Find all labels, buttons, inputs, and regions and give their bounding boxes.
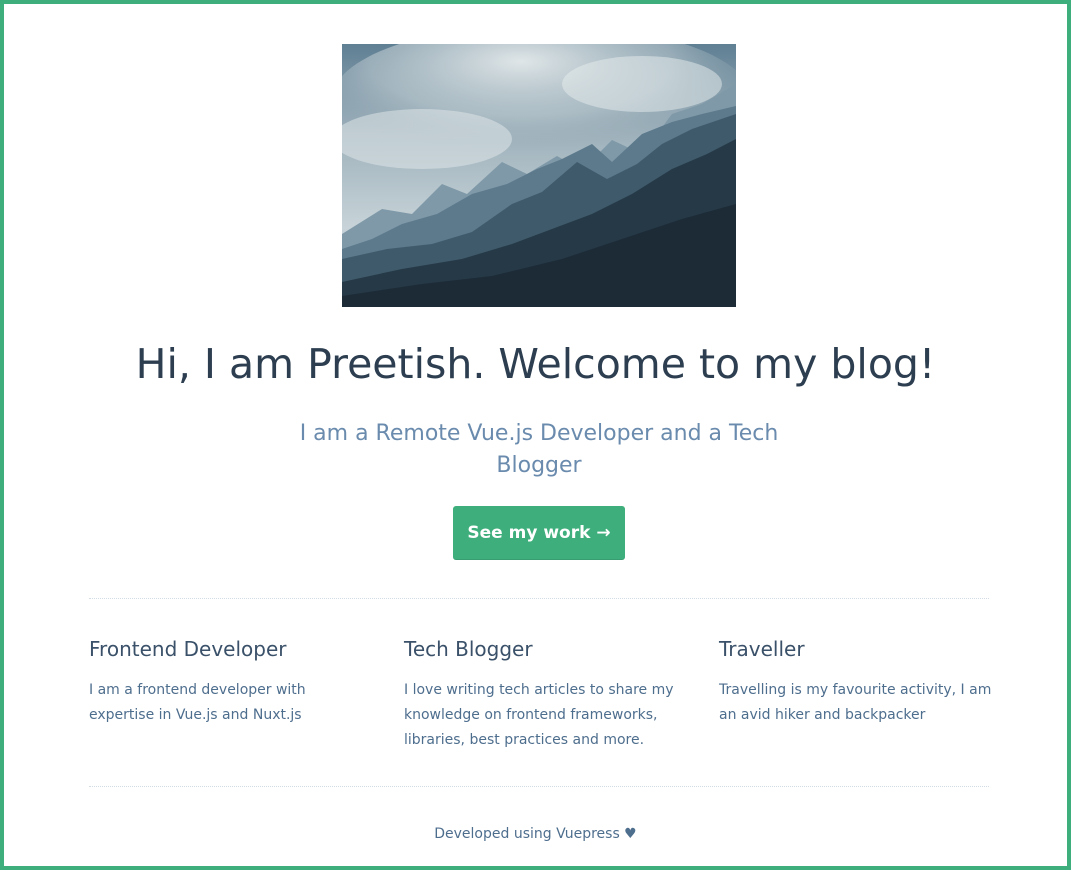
feature-details: Travelling is my favourite activity, I a…	[719, 682, 992, 723]
feature-frontend-developer: Frontend Developer I am a frontend devel…	[89, 632, 369, 728]
feature-details: I love writing tech articles to share my…	[404, 682, 674, 748]
feature-title: Tech Blogger	[404, 637, 533, 661]
section-divider	[89, 598, 989, 599]
hero-tagline: I am a Remote Vue.js Developer and a Tec…	[299, 421, 779, 478]
feature-traveller: Traveller Travelling is my favourite act…	[719, 632, 999, 728]
footer-divider	[89, 786, 989, 787]
feature-tech-blogger: Tech Blogger I love writing tech article…	[404, 632, 684, 753]
hero-image	[342, 44, 736, 307]
feature-details: I am a frontend developer with expertise…	[89, 682, 306, 723]
feature-title: Frontend Developer	[89, 637, 287, 661]
feature-title: Traveller	[719, 637, 805, 661]
hero-title: Hi, I am Preetish. Welcome to my blog!	[135, 340, 936, 388]
see-my-work-button[interactable]: See my work →	[453, 506, 625, 560]
footer-text: Developed using Vuepress ♥	[434, 826, 637, 842]
